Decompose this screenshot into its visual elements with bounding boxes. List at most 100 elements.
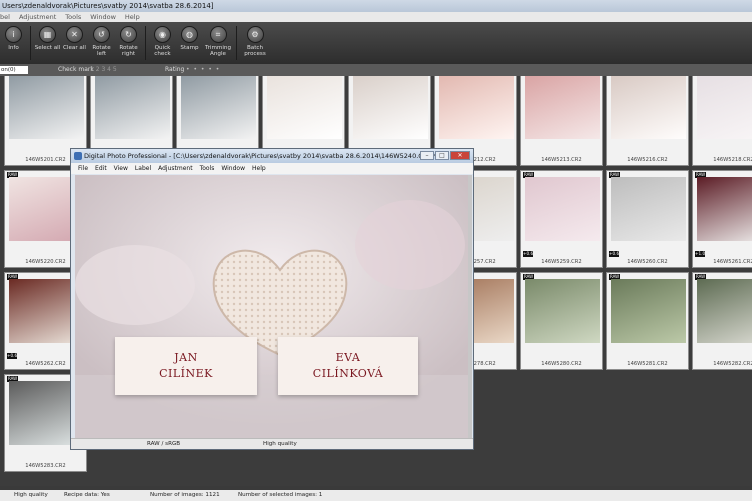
batch-process-button[interactable]: ⚙ Batch process [240,22,270,64]
rotate-right-label: Rotate right [119,45,138,57]
preview-menu-help[interactable]: Help [252,163,266,174]
maximize-icon[interactable]: □ [435,151,449,160]
thumbnail-image [525,177,600,241]
close-icon[interactable]: ✕ [450,151,470,160]
preview-menu-view[interactable]: View [114,163,128,174]
card-left-first-name: JAN [174,351,198,364]
status-bar: High quality Recipe data: Yes Number of … [0,490,752,501]
rating-label: Rating [165,66,185,73]
status-recipe: Recipe data: Yes [64,492,110,498]
app-icon [74,152,82,160]
preview-menu-file[interactable]: File [78,163,88,174]
thumbnail-image [267,76,342,139]
rotate-right-button[interactable]: ↻ Rotate right [115,22,142,64]
exposure-badge: +0.6 [7,353,18,359]
preview-quality: High quality [263,441,297,447]
thumbnail-filename: 146W5283.CR2 [25,463,66,469]
toolbar: i Info ▦ Select all ✕ Clear all ↺ Rotate… [0,22,752,64]
preview-scrollbar[interactable] [468,175,472,438]
rotate-left-button[interactable]: ↺ Rotate left [88,22,115,64]
menu-tools[interactable]: Tools [65,12,81,22]
thumbnail-filename: 146W5259.CR2 [541,259,582,265]
batch-process-label: Batch process [244,45,266,57]
filter-select[interactable]: on(0) [0,66,28,74]
thumbnail-image [525,76,600,139]
menu-adjustment[interactable]: Adjustment [19,12,56,22]
thumbnail-image [525,279,600,343]
clear-all-button[interactable]: ✕ Clear all [61,22,88,64]
thumbnail-image [697,76,752,139]
minimize-icon[interactable]: – [420,151,434,160]
status-selected-count: Number of selected images: 1 [238,492,323,498]
preview-color-space: RAW / sRGB [147,441,181,447]
thumbnail-item[interactable]: RAW 146W5259.CR2 +0.6 [520,170,603,268]
trimming-angle-button[interactable]: ⌗ Trimming Angle [203,22,233,64]
preview-menu-tools[interactable]: Tools [200,163,215,174]
preview-title: Digital Photo Professional - [C:\Users\z… [84,152,440,160]
preview-title-bar: Digital Photo Professional - [C:\Users\z… [71,149,473,163]
preview-menu-label[interactable]: Label [135,163,151,174]
preview-menu-adjustment[interactable]: Adjustment [158,163,192,174]
preview-menu: File Edit View Label Adjustment Tools Wi… [71,163,473,174]
thumbnail-item[interactable]: RAW146W5218.CR2 [692,76,752,166]
app-window: Users\zdenaldvorak\Pictures\svatby 2014\… [0,0,752,501]
menu-help[interactable]: Help [125,12,140,22]
thumbnail-item[interactable]: RAW146W5213.CR2 [520,76,603,166]
preview-menu-edit[interactable]: Edit [95,163,107,174]
thumbnail-image [353,76,428,139]
thumbnail-filename: 146W5261.CR2 [713,259,752,265]
exposure-badge: +1.0 [695,251,706,257]
preview-photo: JAN CILÍNEK EVA CILÍNKOVÁ [75,175,468,438]
thumbnail-item[interactable]: RAW 146W5281.CR2 [606,272,689,370]
preview-window[interactable]: Digital Photo Professional - [C:\Users\z… [70,148,474,450]
info-button[interactable]: i Info [0,22,27,64]
place-card-left: JAN CILÍNEK [115,337,257,395]
toolbar-divider [30,26,31,60]
thumbnail-item[interactable]: RAW 146W5280.CR2 [520,272,603,370]
preview-status-bar: RAW / sRGB High quality [71,438,473,449]
stamp-button[interactable]: ◍ Stamp [176,22,203,64]
toolbar-divider [145,26,146,60]
thumbnail-image [95,76,170,139]
window-controls: – □ ✕ [420,151,470,160]
thumbnail-item[interactable]: RAW 146W5260.CR2 +0.6 [606,170,689,268]
quick-check-icon: ◉ [154,26,171,43]
thumbnail-image [697,177,752,241]
exposure-badge: +0.6 [609,251,620,257]
trimming-label: Trimming Angle [205,45,231,57]
thumbnail-image [697,279,752,343]
thumbnail-filename: 146W5280.CR2 [541,361,582,367]
thumbnail-image [611,177,686,241]
thumbnail-image [611,279,686,343]
menu-window[interactable]: Window [90,12,116,22]
card-right-last-name: CILÍNKOVÁ [312,367,384,380]
status-image-count: Number of images: 1121 [150,492,220,498]
info-icon: i [5,26,22,43]
thumbnail-image [9,76,84,139]
select-all-label: Select all [34,45,61,51]
rotate-right-icon: ↻ [120,26,137,43]
thumbnail-item[interactable]: RAW 146W5261.CR2 +1.0 [692,170,752,268]
thumbnail-item[interactable]: RAW 146W5282.CR2 [692,272,752,370]
clear-all-icon: ✕ [66,26,83,43]
thumbnail-filename: 146W5282.CR2 [713,361,752,367]
thumbnail-filename: 146W5218.CR2 [713,157,752,163]
window-title: Users\zdenaldvorak\Pictures\svatby 2014\… [0,0,752,12]
thumbnail-filename: 146W5213.CR2 [541,157,582,163]
trimming-icon: ⌗ [209,26,227,43]
quick-check-button[interactable]: ◉ Quick check [149,22,176,64]
thumbnail-filename: 146W5260.CR2 [627,259,668,265]
filter-bar: on(0) Check mark 1 2 3 4 5 Rating • • • … [0,64,752,76]
main-menu: bel Adjustment Tools Window Help [0,12,752,22]
menu-label[interactable]: bel [0,12,10,22]
toolbar-divider [236,26,237,60]
thumbnail-item[interactable]: RAW146W5216.CR2 [606,76,689,166]
check-mark-numbers[interactable]: 1 2 3 4 5 [90,64,117,76]
status-quality: High quality [14,492,48,498]
batch-process-icon: ⚙ [246,26,264,43]
rating-dots[interactable]: • • • • • [186,64,220,76]
select-all-button[interactable]: ▦ Select all [34,22,61,64]
preview-menu-window[interactable]: Window [221,163,245,174]
thumbnail-image [439,76,514,139]
stamp-label: Stamp [180,45,199,51]
